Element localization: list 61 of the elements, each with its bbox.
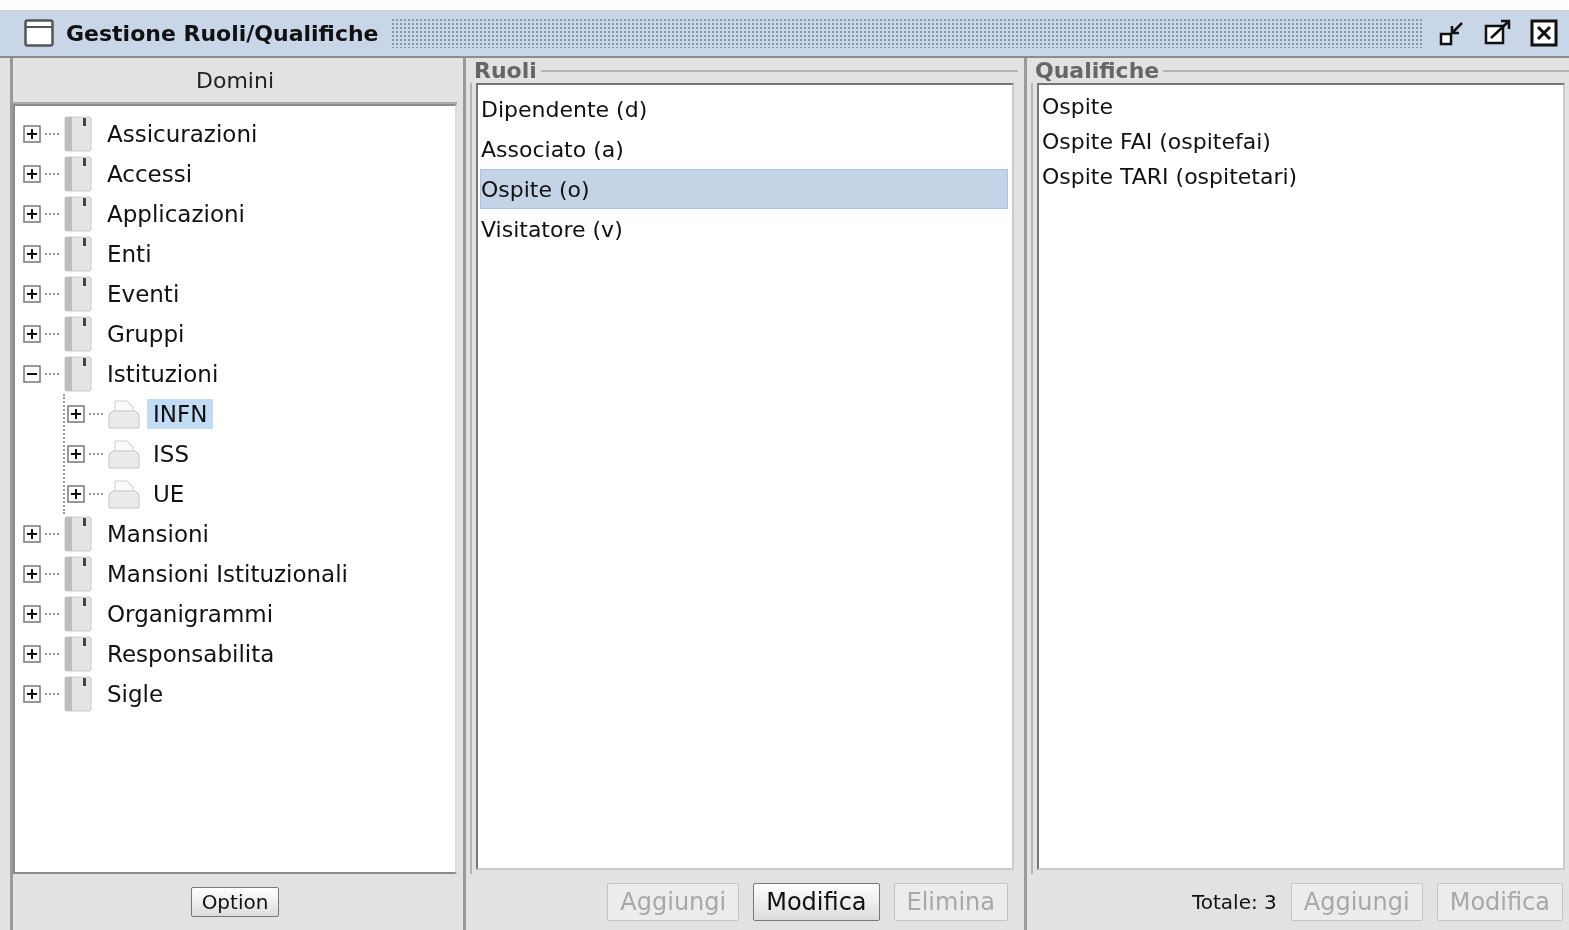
tree-item[interactable]: Gruppi <box>101 319 191 349</box>
expand-icon[interactable] <box>23 645 41 663</box>
expand-icon[interactable] <box>67 445 85 463</box>
action-button[interactable]: Option <box>190 887 280 917</box>
book-icon <box>63 556 95 592</box>
expand-icon[interactable] <box>67 405 85 423</box>
tree-item[interactable]: Mansioni Istituzionali <box>101 559 354 589</box>
expand-icon[interactable] <box>23 125 41 143</box>
expand-icon[interactable] <box>23 285 41 303</box>
tree-item[interactable]: Responsabilita <box>101 639 281 669</box>
tree-item[interactable]: UE <box>147 479 191 509</box>
book-icon <box>63 676 95 712</box>
expand-icon[interactable] <box>67 485 85 503</box>
tree-item[interactable]: Mansioni <box>101 519 215 549</box>
list-item[interactable]: Dipendente (d) <box>480 89 1008 129</box>
tree-item[interactable]: Enti <box>101 239 158 269</box>
collapse-icon[interactable] <box>23 365 41 383</box>
total-count: Totale: 3 <box>1191 890 1277 914</box>
book-icon <box>63 316 95 352</box>
tree-item[interactable]: INFN <box>147 399 214 429</box>
list-item[interactable]: Ospite (o) <box>480 169 1008 209</box>
minimize-icon <box>1438 19 1466 47</box>
book-icon <box>63 236 95 272</box>
book-icon <box>63 276 95 312</box>
book-icon <box>63 156 95 192</box>
list-item[interactable]: Ospite FAI (ospitefai) <box>1041 124 1559 159</box>
tree-item[interactable]: Organigrammi <box>101 599 280 629</box>
list-item[interactable]: Ospite TARI (ospitetari) <box>1041 159 1559 194</box>
tree-item[interactable]: Sigle <box>101 679 170 709</box>
tree-item[interactable]: Applicazioni <box>101 199 251 229</box>
expand-icon[interactable] <box>23 205 41 223</box>
tree-item[interactable]: Accessi <box>101 159 199 189</box>
list-item[interactable]: Associato (a) <box>480 129 1008 169</box>
book-icon <box>63 516 95 552</box>
expand-icon[interactable] <box>23 325 41 343</box>
window-title: Gestione Ruoli/Qualifiche <box>66 20 379 46</box>
group-title: Ruoli <box>473 58 538 83</box>
book-icon <box>63 596 95 632</box>
book-icon <box>63 356 95 392</box>
inbox-icon <box>107 397 141 431</box>
book-icon <box>63 116 95 152</box>
tree-item[interactable]: ISS <box>147 439 195 469</box>
expand-icon[interactable] <box>23 245 41 263</box>
list-item[interactable]: Ospite <box>1041 89 1559 124</box>
tree-item[interactable]: Eventi <box>101 279 186 309</box>
window-icon <box>24 19 54 47</box>
tree-item[interactable]: Istituzioni <box>101 359 225 389</box>
group-title: Qualifiche <box>1034 58 1161 83</box>
book-icon <box>63 636 95 672</box>
expand-icon[interactable] <box>23 165 41 183</box>
expand-icon[interactable] <box>23 605 41 623</box>
action-button[interactable]: Modifica <box>753 883 880 921</box>
inbox-icon <box>107 437 141 471</box>
list-item[interactable]: Visitatore (v) <box>480 209 1008 249</box>
expand-icon[interactable] <box>23 685 41 703</box>
inbox-icon <box>107 477 141 511</box>
book-icon <box>63 196 95 232</box>
expand-icon[interactable] <box>23 525 41 543</box>
tree-item[interactable]: Assicurazioni <box>101 119 264 149</box>
close-icon <box>1530 19 1558 47</box>
expand-icon[interactable] <box>23 565 41 583</box>
